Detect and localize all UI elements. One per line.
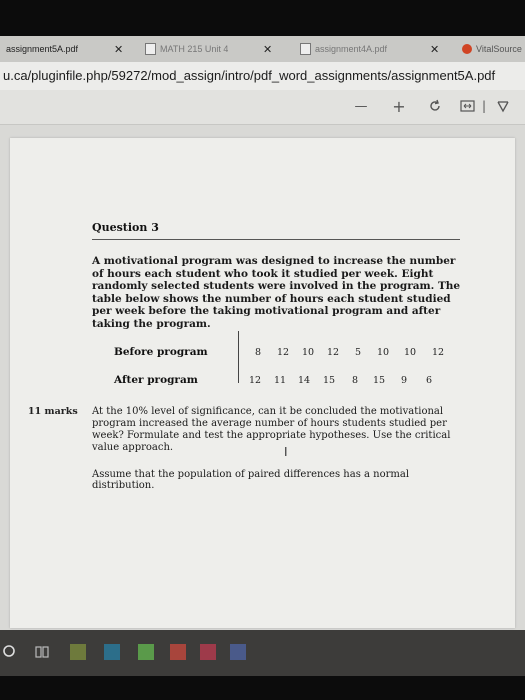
after-cell: 11 xyxy=(273,375,287,386)
before-cell: 10 xyxy=(301,347,315,358)
before-cell: 5 xyxy=(354,347,362,358)
after-cell: 6 xyxy=(425,375,433,386)
pdf-toolbar: — + | xyxy=(0,90,525,125)
tab-vitalsource[interactable]: VitalSource xyxy=(462,36,525,62)
browser-window: assignment5A.pdf ✕ MATH 215 Unit 4 ✕ ass… xyxy=(0,36,525,676)
tab-assignment5a[interactable]: assignment5A.pdf ✕ xyxy=(6,36,134,62)
tab-label: VitalSource xyxy=(476,44,522,54)
toolbar-divider: | xyxy=(481,99,487,113)
address-bar[interactable]: u.ca/pluginfile.php/59272/mod_assign/int… xyxy=(0,62,525,90)
question-title: Question 3 xyxy=(92,221,159,234)
document-icon xyxy=(145,43,156,55)
after-cell: 15 xyxy=(322,375,336,386)
task-view-icon[interactable] xyxy=(34,644,50,660)
pdf-page: Question 3 A motivational program was de… xyxy=(10,138,515,628)
document-icon xyxy=(300,43,311,55)
store-icon[interactable] xyxy=(138,644,154,660)
word-icon[interactable] xyxy=(230,644,246,660)
before-cell: 12 xyxy=(431,347,445,358)
rotate-icon[interactable] xyxy=(426,96,444,116)
draw-icon[interactable] xyxy=(494,96,512,116)
before-label: Before program xyxy=(114,346,208,358)
before-cell: 10 xyxy=(403,347,417,358)
divider xyxy=(92,239,460,240)
before-cell: 12 xyxy=(276,347,290,358)
after-cell: 12 xyxy=(248,375,262,386)
table-divider xyxy=(238,331,239,383)
tab-math215[interactable]: MATH 215 Unit 4 ✕ xyxy=(145,36,275,62)
zoom-out-button[interactable]: — xyxy=(352,96,370,116)
file-explorer-icon[interactable] xyxy=(70,644,86,660)
after-cell: 9 xyxy=(400,375,408,386)
question-intro: A motivational program was designed to i… xyxy=(92,255,461,330)
question-task: At the 10% level of significance, can it… xyxy=(92,406,451,453)
app-icon[interactable] xyxy=(170,644,186,660)
question-assumption: Assume that the population of paired dif… xyxy=(92,469,410,491)
tab-bar: assignment5A.pdf ✕ MATH 215 Unit 4 ✕ ass… xyxy=(0,36,525,62)
fit-page-icon[interactable] xyxy=(458,96,476,116)
edge-icon[interactable] xyxy=(104,644,120,660)
close-icon[interactable]: ✕ xyxy=(263,43,272,56)
taskbar xyxy=(0,630,525,676)
before-cell: 10 xyxy=(376,347,390,358)
close-icon[interactable]: ✕ xyxy=(114,43,123,56)
tab-label: assignment5A.pdf xyxy=(6,44,79,54)
close-icon[interactable]: ✕ xyxy=(430,43,439,56)
tab-assignment4a[interactable]: assignment4A.pdf ✕ xyxy=(300,36,440,62)
after-cell: 8 xyxy=(351,375,359,386)
after-cell: 15 xyxy=(372,375,386,386)
before-cell: 12 xyxy=(326,347,340,358)
after-cell: 14 xyxy=(297,375,311,386)
zoom-in-button[interactable]: + xyxy=(390,96,408,116)
tab-label: MATH 215 Unit 4 xyxy=(160,44,229,54)
after-label: After program xyxy=(114,374,198,386)
vitalsource-icon xyxy=(462,44,472,54)
search-icon[interactable] xyxy=(2,644,18,660)
marks-label: 11 marks xyxy=(28,406,78,417)
text-cursor-icon: I xyxy=(284,445,288,459)
tab-label: assignment4A.pdf xyxy=(315,44,388,54)
before-cell: 8 xyxy=(254,347,262,358)
app-icon[interactable] xyxy=(200,644,216,660)
